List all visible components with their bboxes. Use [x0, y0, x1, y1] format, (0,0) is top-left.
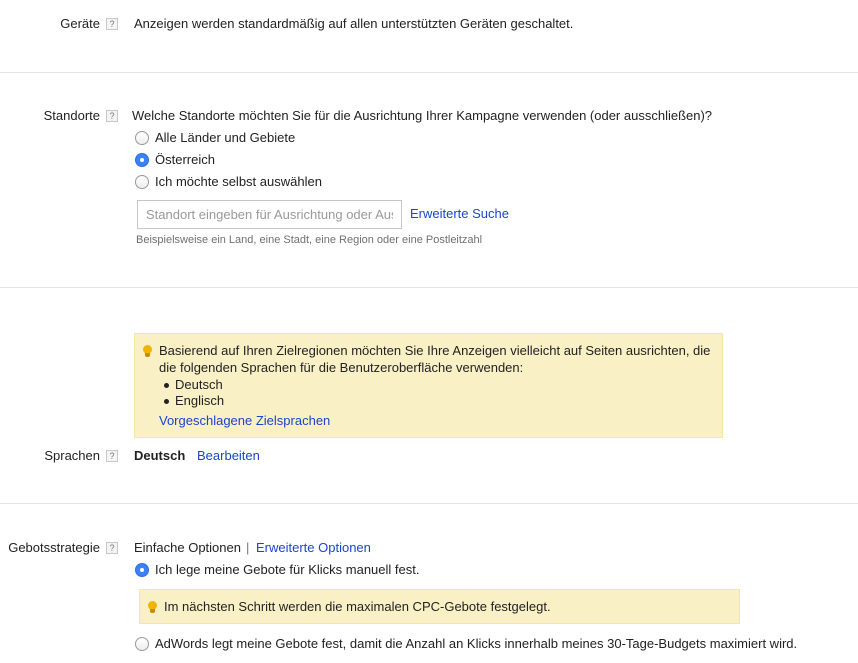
devices-text: Anzeigen werden standardmäßig auf allen …: [134, 16, 574, 31]
radio-label: Alle Länder und Gebiete: [155, 130, 296, 145]
lightbulb-icon: [143, 345, 152, 357]
location-hint: Beispielsweise ein Land, eine Stadt, ein…: [136, 234, 483, 246]
devices-help-icon[interactable]: ?: [106, 18, 118, 30]
bidding-label: Gebotsstrategie: [8, 540, 100, 555]
divider: [0, 287, 858, 288]
list-item: Deutsch: [162, 377, 224, 393]
radio-label: Österreich: [155, 152, 215, 167]
languages-help-icon[interactable]: ?: [106, 450, 118, 462]
advanced-options-link[interactable]: Erweiterte Optionen: [256, 540, 371, 555]
radio-all-countries[interactable]: [135, 131, 149, 145]
radio-austria[interactable]: [135, 153, 149, 167]
tab-separator: |: [246, 540, 250, 555]
note-line-2: die folgenden Sprachen für die Benutzero…: [159, 360, 524, 375]
suggested-languages-link[interactable]: Vorgeschlagene Zielsprachen: [159, 413, 330, 428]
languages-label: Sprachen: [44, 448, 100, 463]
radio-automatic-bids[interactable]: [135, 637, 149, 651]
divider: [0, 72, 858, 73]
advanced-search-link[interactable]: Erweiterte Suche: [410, 206, 509, 221]
devices-label: Geräte: [60, 16, 100, 31]
languages-value: Deutsch: [134, 448, 186, 463]
radio-manual-bids[interactable]: [135, 563, 149, 577]
simple-options-tab[interactable]: Einfache Optionen: [134, 540, 241, 555]
radio-label: Ich möchte selbst auswählen: [155, 174, 322, 189]
list-item: Englisch: [162, 393, 224, 409]
divider: [0, 503, 858, 504]
locations-help-icon[interactable]: ?: [106, 110, 118, 122]
radio-label: Ich lege meine Gebote für Klicks manuell…: [155, 562, 420, 577]
radio-custom[interactable]: [135, 175, 149, 189]
location-search-input[interactable]: [137, 200, 402, 229]
lightbulb-icon: [148, 601, 157, 613]
bidding-help-icon[interactable]: ?: [106, 542, 118, 554]
locations-label: Standorte: [43, 108, 100, 123]
edit-languages-link[interactable]: Bearbeiten: [197, 448, 260, 463]
radio-label: AdWords legt meine Gebote fest, damit di…: [155, 636, 798, 651]
note-line-1: Basierend auf Ihren Zielregionen möchten…: [159, 343, 711, 358]
cpc-note-text: Im nächsten Schritt werden die maximalen…: [164, 599, 551, 614]
locations-question: Welche Standorte möchten Sie für die Aus…: [132, 108, 713, 123]
suggested-language-list: Deutsch Englisch: [162, 377, 224, 409]
